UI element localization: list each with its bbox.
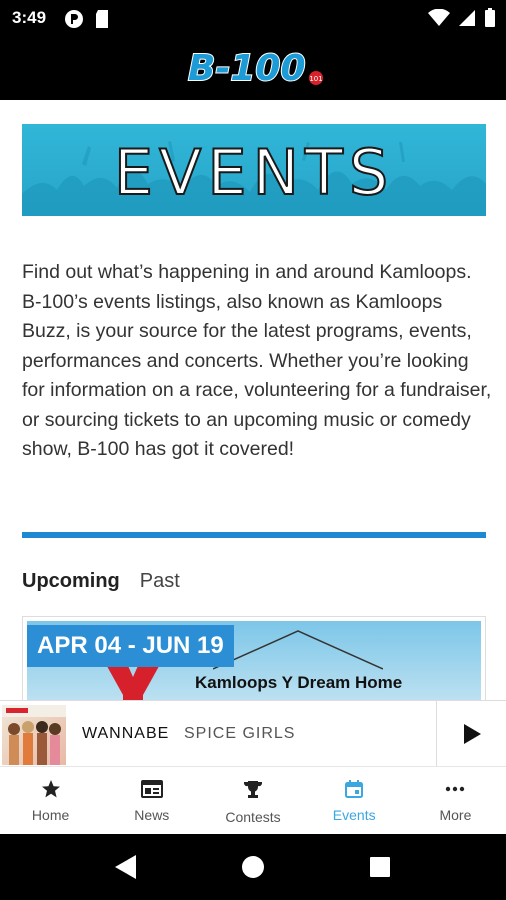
house-outline xyxy=(213,630,383,670)
nav-events-label: Events xyxy=(332,807,376,823)
artist-name: SPICE GIRLS xyxy=(184,725,296,742)
home-circle-icon[interactable] xyxy=(241,855,265,879)
b100-logo[interactable]: B-100 101 xyxy=(184,44,324,88)
svg-text:B-100: B-100 xyxy=(188,48,306,88)
events-tabs: Upcoming Past xyxy=(22,570,180,593)
song-title: WANNABE xyxy=(82,725,170,742)
more-icon xyxy=(446,786,465,792)
battery-icon xyxy=(485,8,495,27)
app-header: B-100 101 xyxy=(0,36,506,100)
status-time: 3:49 xyxy=(12,8,47,27)
recents-square-icon[interactable] xyxy=(369,856,391,878)
nav-home[interactable]: Home xyxy=(0,767,101,835)
star-icon xyxy=(41,780,60,798)
status-notification-icons xyxy=(64,9,110,29)
svg-text:101: 101 xyxy=(309,75,322,83)
album-art xyxy=(2,705,66,765)
banner-title: EVENTS xyxy=(113,135,395,210)
nav-more-label: More xyxy=(439,807,472,823)
sd-card-icon xyxy=(96,10,108,28)
events-banner: EVENTS xyxy=(22,124,486,216)
bottom-navigation: Home News Contests Events More xyxy=(0,766,506,835)
notification-app-icon xyxy=(65,10,83,28)
cell-signal-icon xyxy=(459,10,475,26)
now-playing-bar[interactable]: WANNABE SPICE GIRLS xyxy=(0,700,506,767)
status-bar: 3:49 xyxy=(0,0,506,36)
trophy-icon xyxy=(243,781,263,798)
events-description: Find out what’s happening in and around … xyxy=(22,261,492,460)
nav-more[interactable]: More xyxy=(405,767,506,835)
event-title: Kamloops Y Dream Home xyxy=(195,673,403,692)
event-card[interactable]: APR 04 - JUN 19 Kamloops Y Dream Home xyxy=(22,616,486,700)
nav-home-label: Home xyxy=(31,807,70,823)
nav-contests-label: Contests xyxy=(225,809,281,825)
system-navigation-bar xyxy=(0,834,506,900)
play-button[interactable] xyxy=(436,701,506,767)
back-icon[interactable] xyxy=(114,854,138,880)
calendar-icon xyxy=(345,780,364,798)
events-content[interactable]: EVENTS Find out what’s happening in and … xyxy=(0,100,506,700)
nav-news[interactable]: News xyxy=(101,767,202,835)
nav-news-label: News xyxy=(134,807,170,823)
tab-past[interactable]: Past xyxy=(140,570,180,593)
album-art-figures xyxy=(2,705,66,765)
event-date-badge: APR 04 - JUN 19 xyxy=(27,625,234,667)
play-icon xyxy=(464,724,481,744)
wifi-icon xyxy=(428,9,450,26)
nav-contests[interactable]: Contests xyxy=(202,767,303,835)
tab-upcoming[interactable]: Upcoming xyxy=(22,570,120,593)
section-divider xyxy=(22,532,486,538)
nav-events[interactable]: Events xyxy=(304,767,405,835)
status-system-icons xyxy=(428,8,496,28)
news-icon xyxy=(140,780,163,798)
